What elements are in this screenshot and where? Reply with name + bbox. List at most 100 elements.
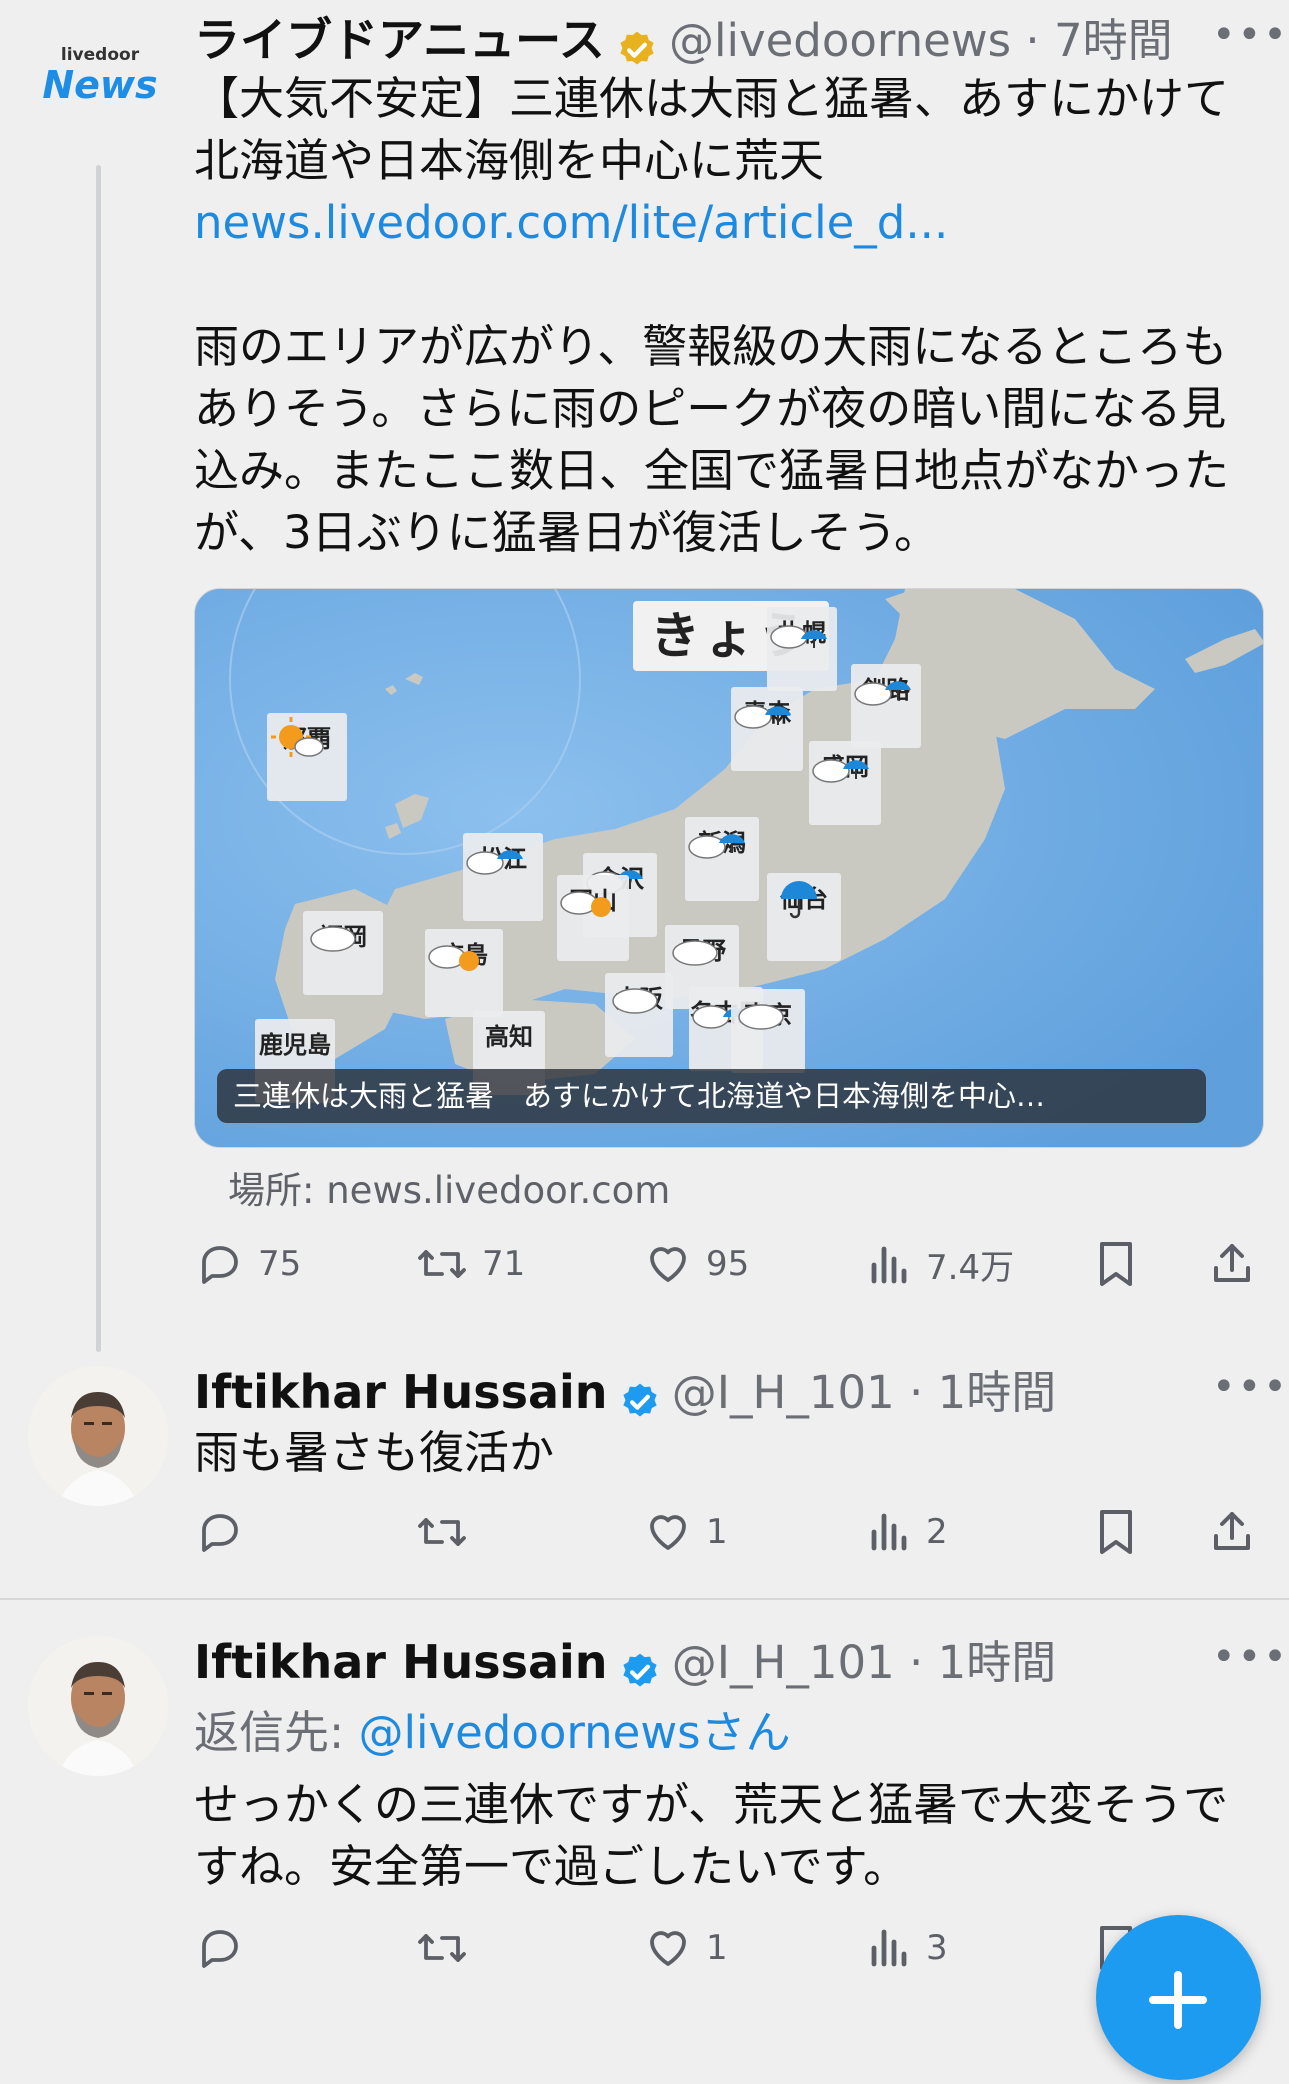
card-caption[interactable]: 三連休は大雨と猛暑 あすにかけて北海道や日本海側を中心… <box>217 1069 1206 1123</box>
views-button[interactable]: 7.4万 <box>868 1240 1014 1289</box>
cloud-rain-icon <box>688 834 745 859</box>
article-link[interactable]: news.livedoor.com/lite/article_d... <box>194 192 1254 254</box>
city-naha: 那覇 <box>267 713 347 801</box>
avatar[interactable] <box>28 1636 168 1776</box>
city-hiroshima: 広島 <box>425 929 503 1017</box>
bookmark-button[interactable] <box>1094 1508 1138 1556</box>
post-time[interactable]: 1時間 <box>938 1366 1057 1419</box>
thread-connector-line <box>96 165 101 1352</box>
like-count: 1 <box>706 1512 728 1552</box>
post-time[interactable]: 7時間 <box>1054 14 1173 67</box>
paragraph-line: 込み。またここ数日、全国で猛暑日地点がなかった <box>194 444 1230 497</box>
retweet-button[interactable]: 71 <box>416 1240 525 1288</box>
user-portrait-icon <box>28 1366 168 1506</box>
retweet-button[interactable] <box>416 1924 468 1972</box>
views-count: 7.4万 <box>926 1248 1015 1288</box>
reply-icon <box>202 1514 238 1552</box>
compose-tweet-button[interactable] <box>1096 1915 1261 2080</box>
reply-to-handle[interactable]: @livedoornews <box>358 1706 700 1759</box>
retweet-count: 71 <box>482 1244 526 1284</box>
city-niigata: 新潟 <box>685 817 759 901</box>
city-fukuoka: 福岡 <box>303 911 383 995</box>
share-button[interactable] <box>1208 1240 1256 1288</box>
author-handle[interactable]: @I_H_101 <box>672 1636 895 1689</box>
tweet3-header: Iftikhar Hussain @I_H_101 · 1時間 <box>194 1626 1194 1689</box>
city-matsue: 松江 <box>463 833 543 921</box>
dot-separator: · <box>894 1366 938 1419</box>
views-icon <box>871 1513 907 1551</box>
post-time[interactable]: 1時間 <box>938 1636 1057 1689</box>
avatar[interactable] <box>28 1366 168 1506</box>
logo-text-livedoor: livedoor <box>60 45 140 65</box>
bookmark-icon <box>1100 1510 1132 1554</box>
views-button[interactable]: 3 <box>868 1924 948 1972</box>
reply-suffix: さん <box>700 1706 791 1759</box>
tweet2-header: Iftikhar Hussain @I_H_101 · 1時間 <box>194 1356 1194 1419</box>
cloud-rain-icon <box>466 850 523 875</box>
tweet1-text: 【大気不安定】三連休は大雨と猛暑、あすにかけて 北海道や日本海側を中心に荒天 n… <box>194 68 1254 564</box>
city-morioka: 盛岡 <box>809 741 881 825</box>
tweet1-header: ライブドアニュース @livedoornews · 7時間 <box>194 4 1194 67</box>
headline-line: 【大気不安定】三連休は大雨と猛暑、あすにかけて <box>194 72 1230 125</box>
author-name[interactable]: ライブドアニュース <box>194 13 605 67</box>
author-handle[interactable]: @livedoornews <box>669 14 1011 67</box>
bookmark-icon <box>1100 1242 1132 1286</box>
author-name[interactable]: Iftikhar Hussain <box>194 1635 608 1689</box>
tweet3-text: せっかくの三連休ですが、荒天と猛暑で大変そうで すね。安全第一で過ごしたいです。 <box>194 1774 1254 1898</box>
like-icon <box>650 1931 686 1966</box>
paragraph-line: 雨のエリアが広がり、警報級の大雨になるところも <box>194 320 1228 373</box>
reply-count: 75 <box>258 1244 302 1284</box>
headline-line: 北海道や日本海側を中心に荒天 <box>194 134 825 187</box>
bookmark-button[interactable] <box>1094 1240 1138 1288</box>
reply-icon <box>202 1246 238 1284</box>
like-button[interactable]: 95 <box>644 1240 749 1288</box>
text-line: せっかくの三連休ですが、荒天と猛暑で大変そうで <box>194 1778 1229 1831</box>
author-name[interactable]: Iftikhar Hussain <box>194 1365 608 1419</box>
link-preview-card[interactable]: きょう 札幌 釧路 青森 盛岡 那覇 新潟 仙台 松江 金沢 岡山 福岡 <box>194 588 1264 1148</box>
more-options-button[interactable]: ••• <box>1212 1364 1289 1410</box>
like-icon <box>650 1247 686 1282</box>
city-sapporo: 札幌 <box>767 607 837 691</box>
umbrella-icon <box>781 881 817 919</box>
cloud-icon <box>310 926 356 952</box>
cloud-sun-icon <box>428 945 479 971</box>
city-osaka: 大阪 <box>605 973 673 1057</box>
like-button[interactable]: 1 <box>644 1924 728 1972</box>
cloud-rain-icon <box>770 625 827 649</box>
views-count: 2 <box>926 1512 948 1552</box>
card-source-domain[interactable]: 場所: news.livedoor.com <box>228 1160 670 1214</box>
reply-button[interactable]: 75 <box>196 1240 301 1288</box>
more-options-button[interactable]: ••• <box>1212 1634 1289 1680</box>
tweet2-text: 雨も暑さも復活か <box>194 1426 555 1479</box>
reply-button[interactable] <box>196 1508 244 1556</box>
dot-separator: · <box>1011 14 1055 67</box>
livedoor-news-avatar[interactable]: livedoor News <box>40 45 160 125</box>
like-count: 1 <box>706 1928 728 1968</box>
retweet-button[interactable] <box>416 1508 468 1556</box>
city-kushiro: 釧路 <box>851 664 921 748</box>
verified-badge-icon <box>619 1381 661 1427</box>
retweet-icon <box>418 1518 466 1546</box>
cloud-sun-icon <box>560 891 611 917</box>
reply-button[interactable] <box>196 1924 244 1972</box>
reply-context: 返信先: @livedoornewsさん <box>194 1696 791 1761</box>
views-count: 3 <box>926 1928 948 1968</box>
reply-prefix: 返信先: <box>194 1706 359 1759</box>
author-handle[interactable]: @I_H_101 <box>672 1366 895 1419</box>
cloud-icon <box>738 1004 784 1030</box>
city-tokyo: 東京 <box>731 989 805 1073</box>
dot-separator: · <box>894 1636 938 1689</box>
like-button[interactable]: 1 <box>644 1508 728 1556</box>
compose-plus-icon <box>1149 1971 1207 2029</box>
retweet-icon <box>418 1250 466 1278</box>
tweet-divider <box>0 1598 1289 1600</box>
like-icon <box>650 1515 686 1550</box>
more-options-button[interactable]: ••• <box>1212 12 1289 58</box>
retweet-icon <box>418 1934 466 1962</box>
text-line: すね。安全第一で過ごしたいです。 <box>194 1840 909 1893</box>
views-icon <box>871 1246 907 1283</box>
share-button[interactable] <box>1208 1508 1256 1556</box>
views-button[interactable]: 2 <box>868 1508 948 1556</box>
logo-text-news: News <box>42 63 158 107</box>
like-count: 95 <box>706 1244 750 1284</box>
